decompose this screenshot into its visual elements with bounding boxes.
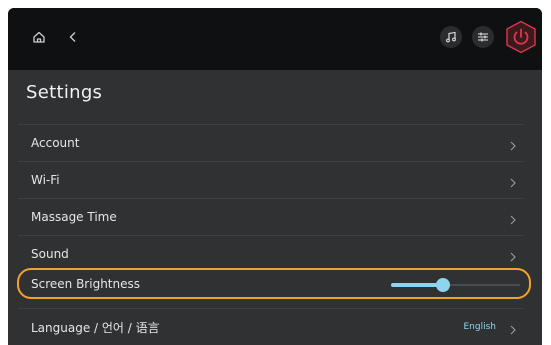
home-icon[interactable] (28, 26, 50, 48)
power-icon[interactable] (504, 20, 538, 54)
settings-item-account[interactable]: Account (18, 125, 534, 161)
chevron-right-icon (508, 174, 518, 188)
chevron-right-icon (508, 211, 518, 225)
top-bar (8, 8, 542, 70)
settings-item-label: Language / 언어 / 语言 (31, 320, 160, 335)
settings-item-label: Account (31, 136, 80, 150)
equalizer-icon[interactable] (472, 26, 494, 48)
settings-item-wifi[interactable]: Wi-Fi (18, 162, 534, 198)
brightness-slider[interactable] (391, 278, 520, 292)
settings-item-label: Screen Brightness (31, 277, 140, 291)
slider-fill (391, 283, 443, 287)
page-title: Settings (26, 82, 103, 103)
language-value: English (463, 322, 497, 332)
slider-handle[interactable] (435, 278, 450, 292)
chevron-right-icon (508, 137, 518, 151)
settings-item-language[interactable]: Language / 언어 / 语言 English (18, 309, 534, 345)
chevron-right-icon (508, 321, 518, 335)
chevron-right-icon (508, 248, 518, 262)
settings-item-label: Wi-Fi (31, 173, 60, 187)
back-chevron-icon[interactable] (62, 26, 84, 48)
settings-item-label: Massage Time (31, 210, 117, 224)
settings-item-label: Sound (31, 247, 69, 261)
settings-item-massage-time[interactable]: Massage Time (18, 199, 534, 235)
music-note-icon[interactable] (440, 26, 462, 48)
